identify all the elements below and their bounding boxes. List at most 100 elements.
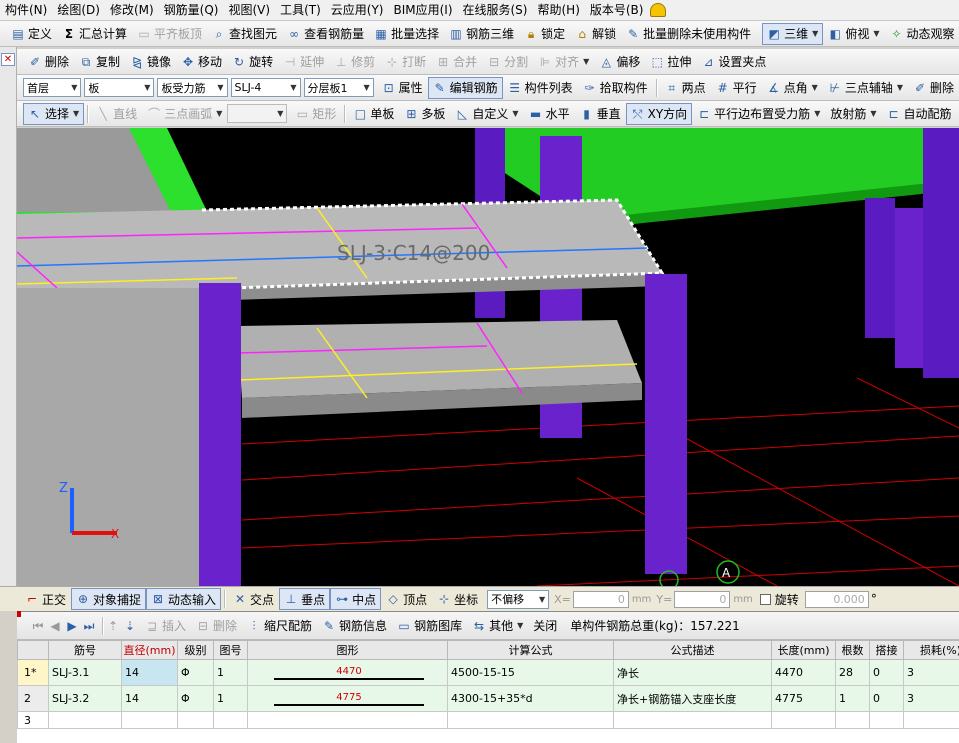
move-down-icon[interactable]: ⇣ (123, 619, 137, 633)
rebar-3d-button[interactable]: ▥ 钢筋三维 (444, 23, 519, 45)
pick-component-button[interactable]: ✑ 拾取构件 (578, 77, 653, 99)
menu-rebar-qty[interactable]: 钢筋量(Q) (159, 0, 224, 20)
define-button[interactable]: ▤ 定义 (6, 23, 57, 45)
table-row[interactable]: 1* SLJ-3.1 14 Φ 1 4470 4500-15-15 净长 447… (17, 659, 959, 686)
dynamic-view-button[interactable]: ✧ 动态观察 (885, 23, 959, 45)
two-point-button[interactable]: ⌗ 两点 (660, 77, 711, 99)
cell-name[interactable]: SLJ-3.2 (48, 685, 122, 712)
select-button[interactable]: ↖ 选择 ▼ (23, 102, 85, 125)
menu-cloud[interactable]: 云应用(Y) (326, 0, 389, 20)
object-snap-toggle[interactable]: ⊕ 对象捕捉 (71, 588, 147, 610)
xy-direction-button[interactable]: ⤲ XY方向 (625, 102, 693, 125)
unlock-button[interactable]: ⌂ 解锁 (570, 23, 621, 45)
delete-button[interactable]: ✐ 删除 (23, 51, 74, 73)
rebar-info-button[interactable]: ✎ 钢筋信息 (317, 615, 392, 637)
cell-lap[interactable]: 0 (869, 659, 904, 686)
floor-select[interactable]: 首层 ▼ (23, 78, 82, 97)
point-angle-button[interactable]: ∡ 点角 ▼ (762, 77, 823, 99)
cell-empty[interactable] (121, 711, 178, 729)
other-menu-button[interactable]: ⇆ 其他 ▼ (467, 615, 528, 637)
parallel-button[interactable]: # 平行 (711, 77, 762, 99)
menu-help[interactable]: 帮助(H) (532, 0, 584, 20)
vertical-button[interactable]: ▮ 垂直 (575, 103, 626, 125)
table-row[interactable]: 3 (17, 711, 959, 729)
cell-diameter[interactable]: 14 (121, 659, 178, 686)
delete-row-button[interactable]: ⊟ 删除 (191, 615, 242, 637)
cell-empty[interactable] (903, 711, 959, 729)
custom-button[interactable]: ◺ 自定义 ▼ (450, 103, 523, 125)
horizontal-button[interactable]: ▬ 水平 (524, 103, 575, 125)
layer-select[interactable]: 分层板1 ▼ (303, 78, 374, 97)
menu-draw[interactable]: 绘图(D) (52, 0, 105, 20)
break-button[interactable]: ⊹ 打断 (380, 51, 431, 73)
copy-button[interactable]: ⧉ 复制 (74, 51, 125, 73)
batch-delete-unused-button[interactable]: ✎ 批量删除未使用构件 (621, 23, 756, 45)
three-point-axis-button[interactable]: ⊬ 三点辅轴 ▼ (823, 77, 908, 99)
rebar-category-select[interactable]: 板受力筋 ▼ (157, 78, 228, 97)
menu-component[interactable]: 构件(N) (0, 0, 52, 20)
multi-slab-button[interactable]: ⊞ 多板 (399, 103, 450, 125)
cell-empty[interactable] (247, 711, 448, 729)
perpendicular-snap[interactable]: ⊥ 垂点 (279, 588, 331, 610)
menu-modify[interactable]: 修改(M) (105, 0, 159, 20)
close-icon[interactable]: ✕ (1, 53, 15, 66)
radial-rebar-button[interactable]: 放射筋 ▼ (825, 103, 881, 125)
trim-button[interactable]: ⊥ 修剪 (329, 51, 380, 73)
cell-formula-desc[interactable]: 净长+钢筋锚入支座长度 (613, 685, 772, 712)
cell-empty[interactable] (447, 711, 614, 729)
midpoint-snap[interactable]: ⊶ 中点 (330, 588, 382, 610)
offset-mode-select[interactable]: 不偏移 ▼ (487, 589, 550, 609)
cell-loss[interactable]: 3 (903, 685, 959, 712)
extend-button[interactable]: ⊣ 延伸 (278, 51, 329, 73)
cell-shape[interactable]: 4775 (247, 685, 448, 712)
stretch-button[interactable]: ⬚ 拉伸 (645, 51, 696, 73)
last-record-icon[interactable]: ⏭ (82, 619, 96, 633)
move-button[interactable]: ✥ 移动 (176, 51, 227, 73)
cell-empty[interactable] (48, 711, 122, 729)
cell-figure-number[interactable]: 1 (213, 685, 248, 712)
y-coordinate-input[interactable]: 0 (674, 590, 731, 608)
menu-online[interactable]: 在线服务(S) (458, 0, 533, 20)
top-view-button[interactable]: ◧ 俯视 ▼ (823, 23, 884, 45)
auto-rebar-button[interactable]: ⊏ 自动配筋 (882, 103, 957, 125)
row-number[interactable]: 3 (17, 711, 49, 729)
set-grip-button[interactable]: ⊿ 设置夹点 (696, 51, 771, 73)
arc-option-select[interactable]: ▼ (227, 104, 288, 123)
coordinate-snap[interactable]: ⊹ 坐标 (432, 588, 483, 610)
component-list-button[interactable]: ☰ 构件列表 (503, 77, 578, 99)
component-type-select[interactable]: 板 ▼ (84, 78, 155, 97)
cell-length[interactable]: 4470 (771, 659, 836, 686)
menu-bim[interactable]: BIM应用(I) (388, 0, 457, 20)
cell-lap[interactable]: 0 (869, 685, 904, 712)
cell-count[interactable]: 1 (835, 685, 870, 712)
merge-button[interactable]: ⊞ 合并 (431, 51, 482, 73)
prev-record-icon[interactable]: ◀ (48, 619, 62, 633)
find-element-button[interactable]: ⌕ 查找图元 (207, 23, 282, 45)
insert-row-button[interactable]: ⊒ 插入 (140, 615, 191, 637)
menu-tools[interactable]: 工具(T) (275, 0, 326, 20)
view-rebar-qty-button[interactable]: ∞ 查看钢筋量 (282, 23, 369, 45)
offset-button[interactable]: ◬ 偏移 (594, 51, 645, 73)
cell-empty[interactable] (771, 711, 836, 729)
split-button[interactable]: ⊟ 分割 (482, 51, 533, 73)
cell-formula[interactable]: 4300-15+35*d (447, 685, 614, 712)
menu-view[interactable]: 视图(V) (223, 0, 275, 20)
close-panel-button[interactable]: 关闭 (528, 615, 562, 637)
menu-version[interactable]: 版本号(B) (585, 0, 649, 20)
single-slab-button[interactable]: □ 单板 (348, 103, 399, 125)
cell-name[interactable]: SLJ-3.1 (48, 659, 122, 686)
intersection-snap[interactable]: ✕ 交点 (228, 588, 279, 610)
cell-grade[interactable]: Φ (177, 659, 214, 686)
cell-count[interactable]: 28 (835, 659, 870, 686)
lock-button[interactable]: 🔒︎ 锁定 (519, 23, 570, 45)
flat-slab-button[interactable]: ▭ 平齐板顶 (132, 23, 207, 45)
properties-button[interactable]: ⊡ 属性 (377, 77, 428, 99)
ortho-toggle[interactable]: ⌐ 正交 (20, 588, 71, 610)
first-record-icon[interactable]: ⏮ (31, 619, 45, 633)
table-row[interactable]: 2 SLJ-3.2 14 Φ 1 4775 4300-15+35*d 净长+钢筋… (17, 685, 959, 712)
cell-empty[interactable] (177, 711, 214, 729)
x-coordinate-input[interactable]: 0 (572, 590, 629, 608)
align-button[interactable]: ⊫ 对齐 ▼ (533, 51, 594, 73)
edit-rebar-button[interactable]: ✎ 编辑钢筋 (427, 76, 503, 99)
row-number[interactable]: 1* (17, 659, 49, 686)
